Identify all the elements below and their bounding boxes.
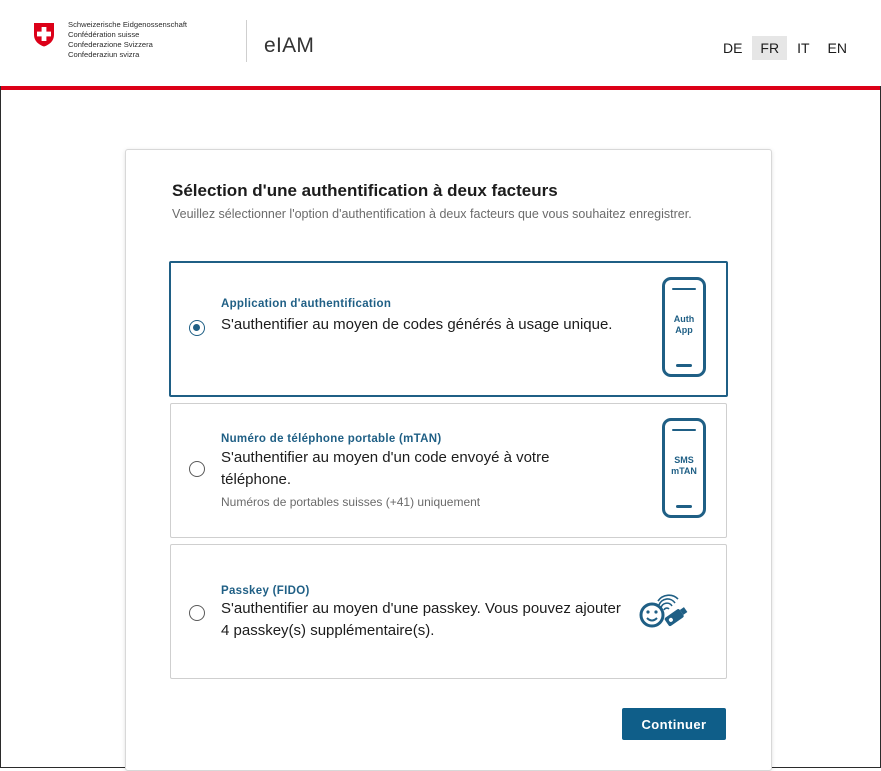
confed-line-de: Schweizerische Eidgenossenschaft: [68, 20, 188, 29]
site-header: Schweizerische Eidgenossenschaft Confédé…: [0, 0, 881, 86]
lang-de[interactable]: DE: [715, 36, 750, 60]
auth-app-phone-icon: Auth App: [662, 277, 706, 377]
confed-line-fr: Confédération suisse: [68, 30, 140, 39]
option-auth-app[interactable]: Application d'authentification S'authent…: [169, 261, 728, 397]
option-label: Numéro de téléphone portable (mTAN): [221, 433, 442, 445]
radio-mtan[interactable]: [189, 461, 205, 477]
confed-line-rm: Confederaziun svizra: [68, 50, 140, 59]
page-title: Sélection d'une authentification à deux …: [172, 181, 558, 200]
option-passkey[interactable]: Passkey (FIDO) S'authentifier au moyen d…: [170, 544, 727, 679]
option-label: Passkey (FIDO): [221, 585, 310, 597]
option-mtan[interactable]: Numéro de téléphone portable (mTAN) S'au…: [170, 403, 727, 538]
icon-text-auth: Auth: [673, 314, 695, 324]
lang-it[interactable]: IT: [789, 36, 817, 60]
option-text: S'authentifier au moyen d'un code envoyé…: [221, 449, 550, 488]
header-red-line: [1, 86, 880, 90]
icon-text-mtan: mTAN: [671, 466, 697, 476]
app-name: eIAM: [264, 34, 315, 57]
continue-button[interactable]: Continuer: [622, 708, 726, 740]
icon-text-sms: SMS: [674, 455, 694, 465]
confed-line-it: Confederazione Svizzera: [68, 40, 153, 49]
page-description: Veuillez sélectionner l'option d'authent…: [172, 207, 692, 221]
radio-passkey[interactable]: [189, 605, 205, 621]
sms-phone-icon: SMS mTAN: [662, 418, 706, 518]
radio-auth-app[interactable]: [189, 320, 205, 336]
lang-en[interactable]: EN: [820, 36, 855, 60]
option-text: S'authentifier au moyen d'une passkey. V…: [221, 600, 621, 639]
icon-text-app: App: [675, 325, 693, 335]
option-text: S'authentifier au moyen de codes générés…: [221, 316, 613, 333]
passkey-icon: [639, 594, 688, 628]
language-switcher: DE FR IT EN: [713, 36, 855, 60]
confederation-names: Schweizerische Eidgenossenschaft Confédé…: [68, 20, 187, 60]
option-hint: Numéros de portables suisses (+41) uniqu…: [221, 495, 481, 509]
option-label: Application d'authentification: [221, 298, 392, 310]
header-divider: [246, 20, 247, 62]
lang-fr[interactable]: FR: [752, 36, 788, 60]
swiss-coat-of-arms-icon: [34, 23, 54, 47]
